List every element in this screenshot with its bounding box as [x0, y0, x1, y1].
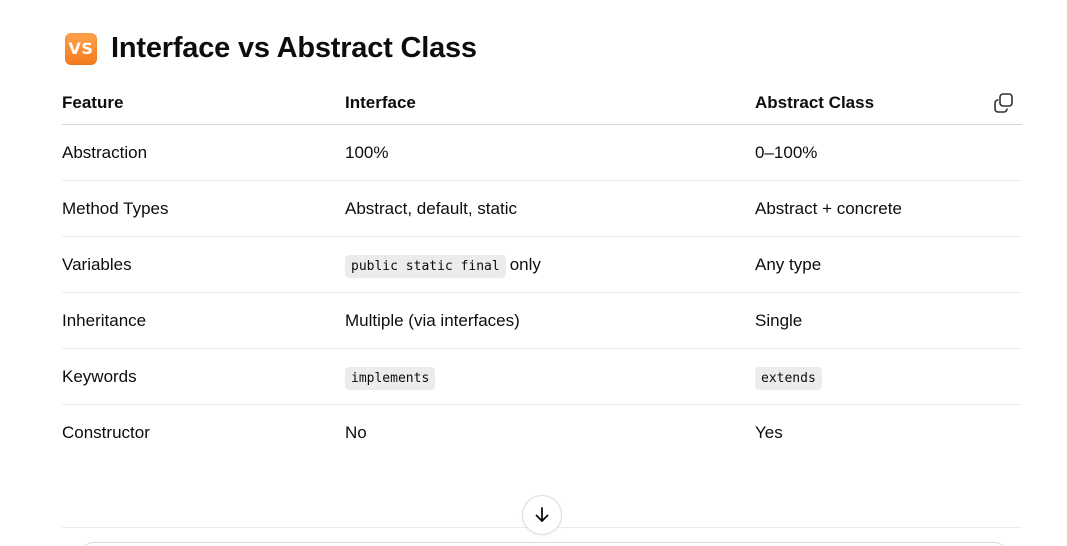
cell-feature: Abstraction [62, 124, 345, 181]
arrow-down-icon [535, 507, 549, 522]
vs-emoji-icon: VS [65, 32, 97, 65]
scroll-to-bottom-button[interactable] [522, 495, 562, 535]
comparison-table-container: Feature Interface Abstract Class Abstrac… [62, 82, 1022, 460]
heading-title: Interface vs Abstract Class [111, 32, 477, 64]
cell-interface: No [345, 422, 367, 442]
table-header-row: Feature Interface Abstract Class [62, 82, 1022, 125]
cell-interface: Multiple (via interfaces) [345, 292, 755, 349]
cell-abstract: 0–100% [755, 124, 1022, 181]
cell-feature: Method Types [62, 180, 345, 237]
cell-abstract: Abstract + concrete [755, 180, 1022, 237]
column-header-interface: Interface [345, 82, 755, 125]
cell-abstract: Any type [755, 236, 1022, 293]
inline-code: extends [755, 366, 822, 390]
inline-code: implements [345, 366, 436, 390]
cell-interface: implements [345, 348, 755, 405]
cell-abstract: extends [755, 348, 1022, 405]
cell-interface: 100% [345, 124, 755, 181]
table-row: Variables public static final only Any ty… [62, 236, 1022, 293]
cell-interface: public static final only [345, 236, 755, 293]
cell-abstract: Yes [755, 422, 783, 442]
page: VS Interface vs Abstract Class Feature I… [0, 0, 1067, 546]
column-header-feature: Feature [62, 82, 345, 125]
table-row: Abstraction 100% 0–100% [62, 124, 1022, 181]
cell-abstract: Single [755, 292, 1022, 349]
message-composer[interactable] [82, 542, 1006, 546]
table-row: Keywords implements extends [62, 348, 1022, 405]
cell-interface: Abstract, default, static [345, 180, 755, 237]
cell-feature: Keywords [62, 348, 345, 405]
inline-code: public static final [345, 254, 506, 278]
table-row: Constructor No Yes [62, 405, 1022, 461]
cell-text-suffix: only [509, 254, 541, 274]
cell-feature: Constructor [62, 422, 150, 442]
column-header-abstract-class: Abstract Class [755, 82, 1022, 125]
comparison-table: Feature Interface Abstract Class Abstrac… [62, 82, 1022, 460]
cell-feature: Variables [62, 236, 345, 293]
section-heading: VS Interface vs Abstract Class [65, 32, 477, 65]
cell-feature: Inheritance [62, 292, 345, 349]
table-row: Method Types Abstract, default, static A… [62, 180, 1022, 237]
table-row: Inheritance Multiple (via interfaces) Si… [62, 292, 1022, 349]
